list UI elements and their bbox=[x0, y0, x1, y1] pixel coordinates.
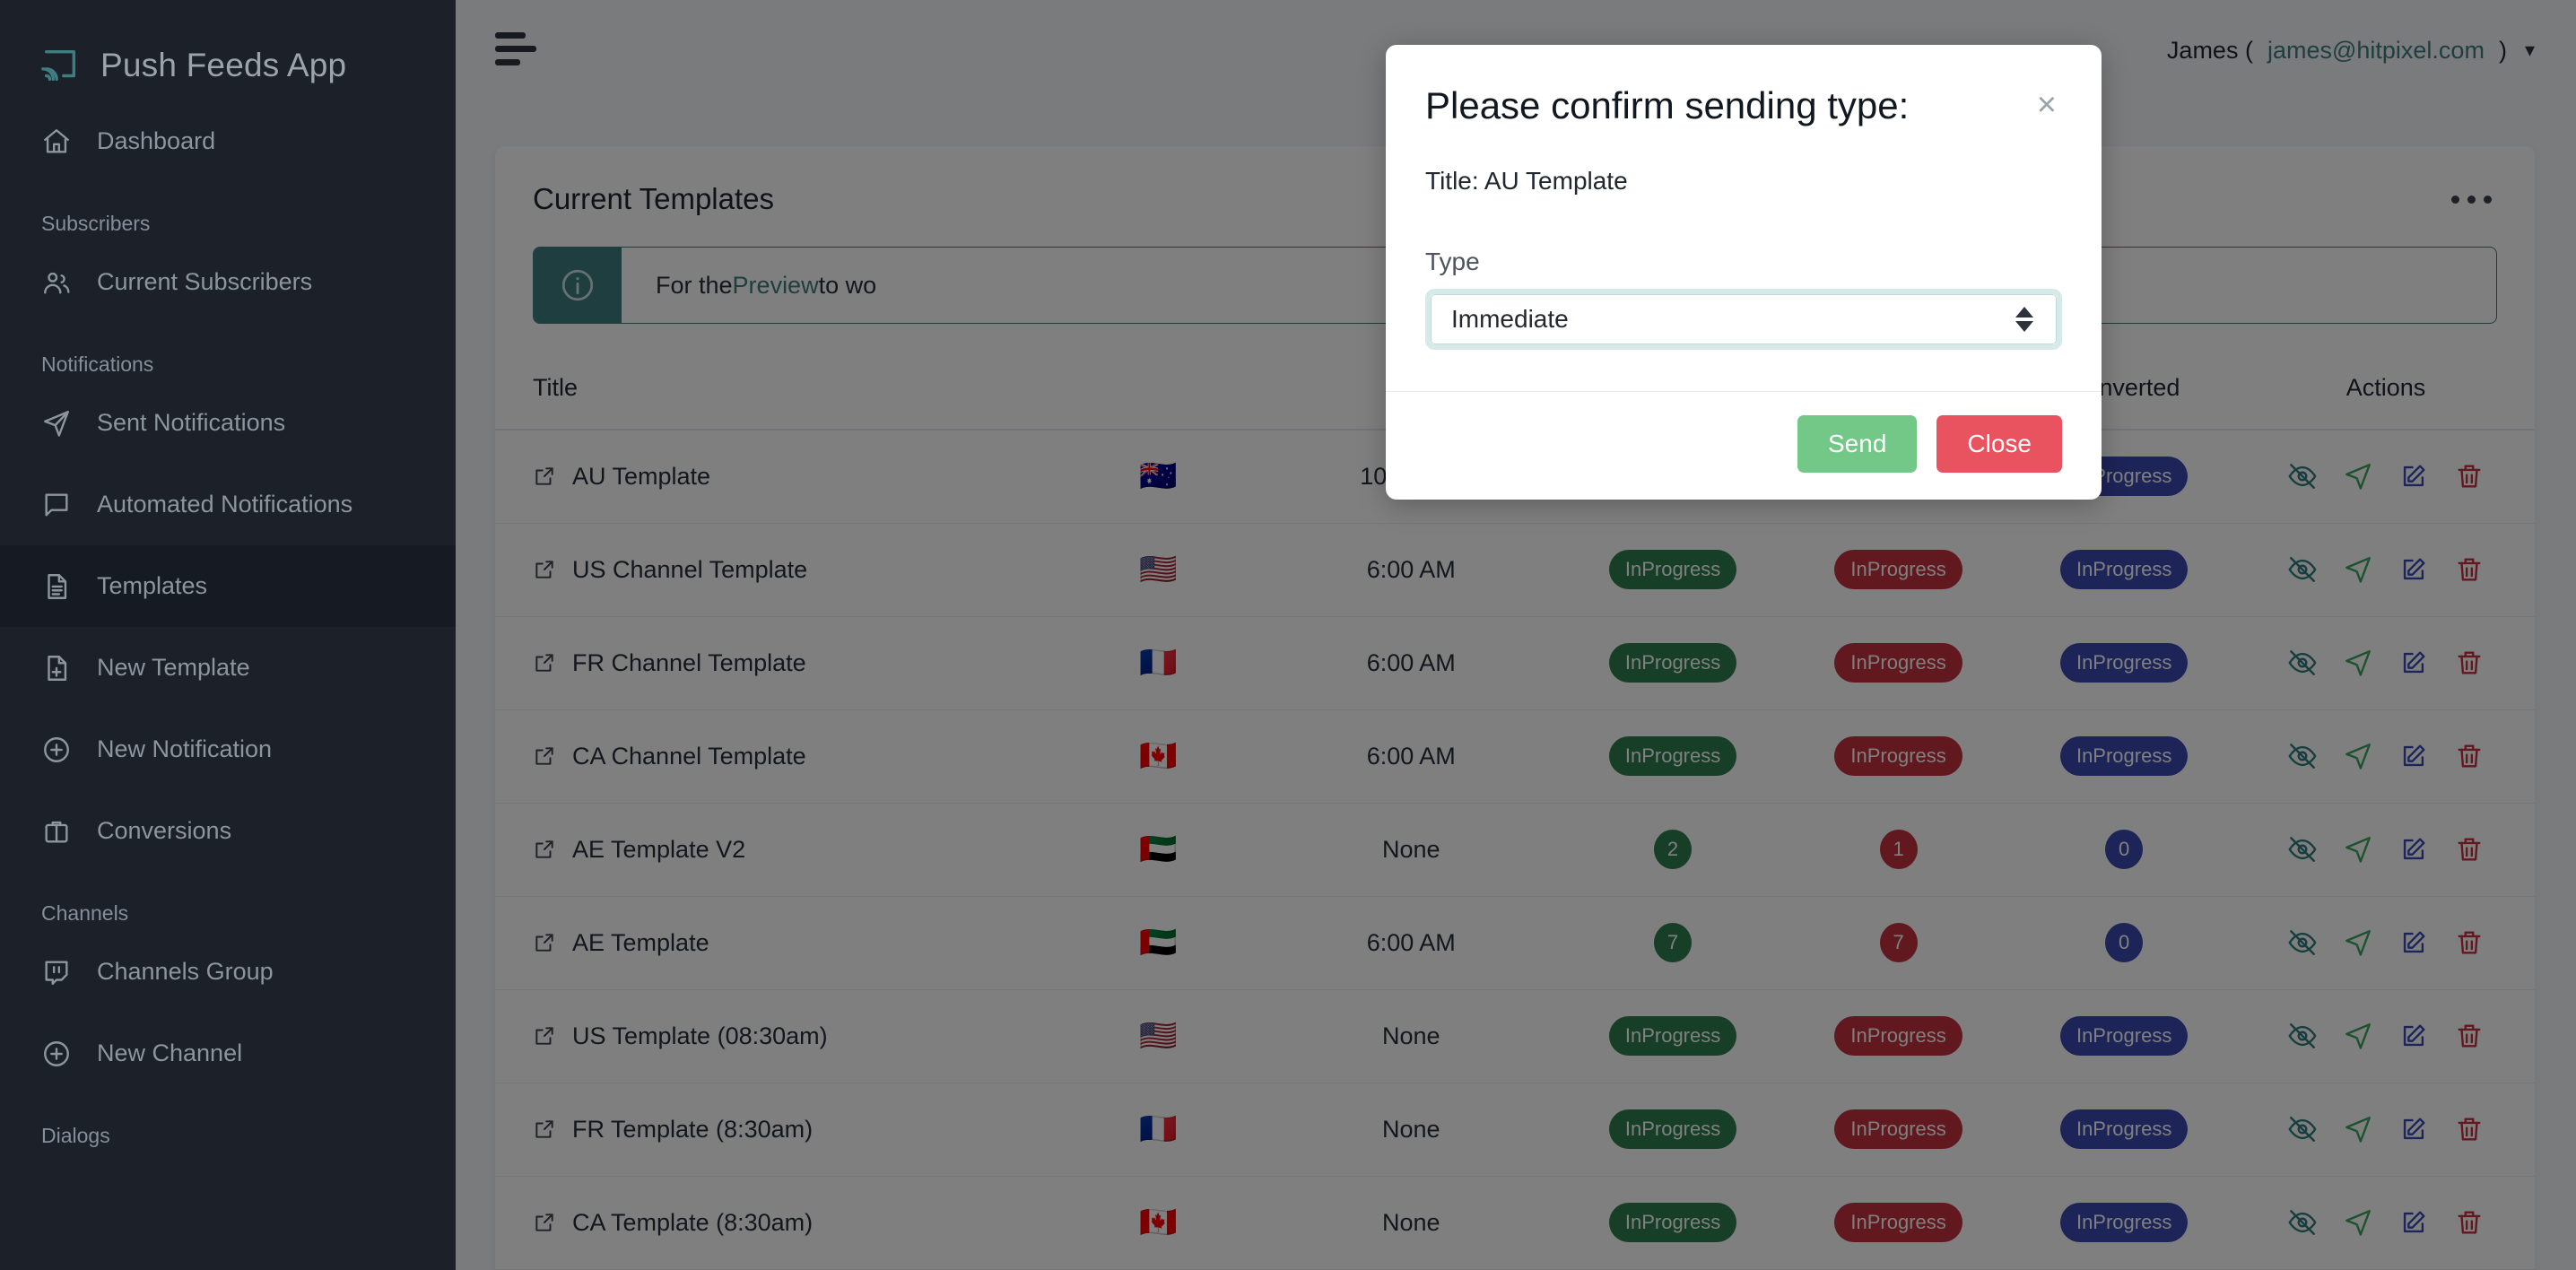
template-title-line: Title: AU Template bbox=[1425, 167, 1628, 195]
sidebar-item-label: New Channel bbox=[97, 1039, 243, 1066]
sidebar-item-current-subscribers[interactable]: Current Subscribers bbox=[0, 241, 456, 323]
app-root: Push Feeds App Dashboard Subscribers Cur… bbox=[0, 0, 2576, 1270]
dialog-title: Please confirm sending type: bbox=[1425, 84, 1910, 126]
type-select-wrapper[interactable]: Immediate bbox=[1425, 289, 2062, 350]
confirm-sending-type-dialog: Please confirm sending type: × Title: AU… bbox=[1386, 45, 2102, 500]
sidebar-item-new-channel[interactable]: New Channel bbox=[0, 1013, 456, 1094]
message-square-icon bbox=[41, 490, 72, 520]
home-icon bbox=[41, 126, 72, 157]
users-icon bbox=[41, 267, 72, 298]
sidebar-item-dashboard[interactable]: Dashboard bbox=[0, 100, 456, 182]
sidebar-item-label: Automated Notifications bbox=[97, 491, 353, 518]
sidebar-item-label: New Notification bbox=[97, 735, 273, 762]
sidebar-item-new-notification[interactable]: New Notification bbox=[0, 709, 456, 790]
sidebar-item-channels-group[interactable]: Channels Group bbox=[0, 931, 456, 1013]
type-select-value: Immediate bbox=[1451, 305, 1569, 333]
sidebar-item-label: Sent Notifications bbox=[97, 409, 286, 436]
dialog-header: Please confirm sending type: × bbox=[1386, 45, 2102, 127]
brand-title: Push Feeds App bbox=[100, 46, 347, 83]
sidebar-item-label: Current Subscribers bbox=[97, 268, 313, 295]
briefcase-icon bbox=[41, 816, 72, 847]
cast-feed-icon bbox=[39, 45, 81, 86]
close-icon[interactable]: × bbox=[2032, 84, 2062, 126]
sidebar-item-sent-notifications[interactable]: Sent Notifications bbox=[0, 382, 456, 464]
sidebar-item-conversions[interactable]: Conversions bbox=[0, 790, 456, 872]
sidebar-item-label: Channels Group bbox=[97, 958, 274, 985]
sidebar-item-new-template[interactable]: New Template bbox=[0, 627, 456, 709]
sidebar-group-dialogs: Dialogs bbox=[41, 1124, 110, 1147]
dialog-body: Title: AU Template Type Immediate bbox=[1386, 127, 2102, 391]
sidebar-group-channels: Channels bbox=[41, 901, 129, 925]
sidebar-item-label: Dashboard bbox=[97, 127, 216, 154]
sidebar-item-label: Templates bbox=[97, 572, 208, 599]
sidebar-item-templates[interactable]: Templates bbox=[0, 545, 456, 627]
sidebar-item-label: Conversions bbox=[97, 817, 232, 844]
main-content: James ( james@hitpixel.com ) ▾ Current T… bbox=[456, 0, 2576, 1270]
sidebar-group-subscribers: Subscribers bbox=[41, 212, 151, 235]
sidebar-group-notifications: Notifications bbox=[41, 352, 154, 376]
sidebar: Push Feeds App Dashboard Subscribers Cur… bbox=[0, 0, 456, 1270]
plus-circle-icon bbox=[41, 1039, 72, 1069]
chevron-updown-icon bbox=[2015, 307, 2033, 332]
file-text-icon bbox=[41, 571, 72, 602]
sidebar-item-label: New Template bbox=[97, 654, 250, 681]
twitch-icon bbox=[41, 957, 72, 987]
plus-circle-icon bbox=[41, 735, 72, 765]
dialog-footer: Send Close bbox=[1386, 391, 2102, 500]
brand[interactable]: Push Feeds App bbox=[0, 0, 456, 100]
type-field-label: Type bbox=[1425, 248, 1480, 275]
send-icon bbox=[41, 408, 72, 439]
cancel-button[interactable]: Close bbox=[1936, 415, 2062, 473]
send-button[interactable]: Send bbox=[1797, 415, 1918, 473]
type-select[interactable]: Immediate bbox=[1431, 294, 2057, 344]
file-plus-icon bbox=[41, 653, 72, 683]
sidebar-item-automated-notifications[interactable]: Automated Notifications bbox=[0, 464, 456, 545]
